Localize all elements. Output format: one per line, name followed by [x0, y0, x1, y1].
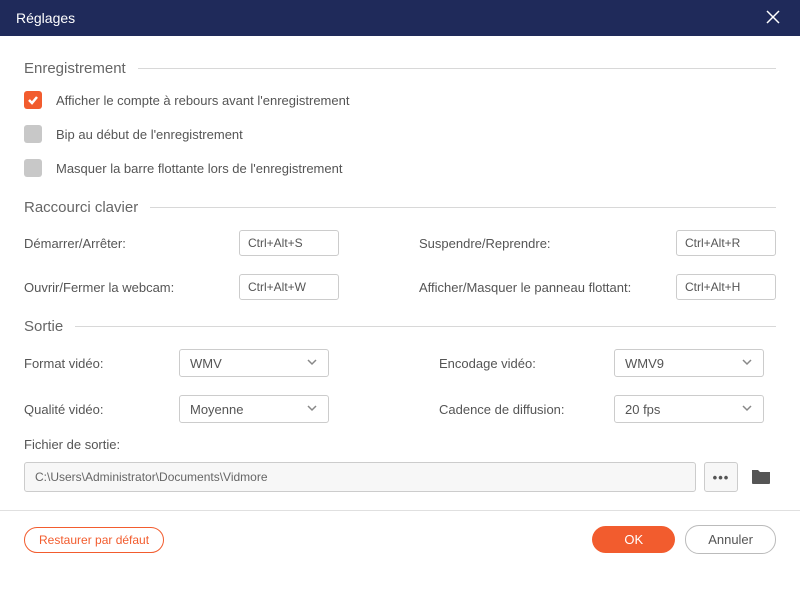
select-value: WMV9 — [625, 356, 664, 371]
select-video-quality[interactable]: Moyenne — [179, 395, 329, 423]
checkbox-label: Afficher le compte à rebours avant l'enr… — [56, 93, 349, 108]
dots-icon: ••• — [713, 470, 730, 485]
checkbox-label: Bip au début de l'enregistrement — [56, 127, 243, 142]
section-title-recording: Enregistrement — [24, 60, 126, 77]
checkbox-row-hidebar: Masquer la barre flottante lors de l'enr… — [24, 159, 776, 177]
section-output: Sortie — [24, 318, 776, 335]
section-shortcuts: Raccourci clavier — [24, 199, 776, 216]
browse-button[interactable]: ••• — [704, 462, 738, 492]
divider — [75, 326, 776, 327]
footer: Restaurer par défaut OK Annuler — [0, 510, 800, 554]
label-video-format: Format vidéo: — [24, 356, 179, 371]
open-folder-button[interactable] — [746, 462, 776, 492]
label-panel: Afficher/Masquer le panneau flottant: — [419, 280, 676, 295]
divider — [150, 207, 776, 208]
divider — [138, 68, 776, 69]
checkbox-label: Masquer la barre flottante lors de l'enr… — [56, 161, 342, 176]
window-title: Réglages — [16, 10, 75, 26]
input-start-stop[interactable] — [239, 230, 339, 256]
restore-defaults-button[interactable]: Restaurer par défaut — [24, 527, 164, 553]
label-video-quality: Qualité vidéo: — [24, 402, 179, 417]
checkbox-row-countdown: Afficher le compte à rebours avant l'enr… — [24, 91, 776, 109]
checkbox-row-beep: Bip au début de l'enregistrement — [24, 125, 776, 143]
titlebar: Réglages — [0, 0, 800, 36]
input-panel[interactable] — [676, 274, 776, 300]
label-output-file: Fichier de sortie: — [24, 437, 776, 452]
chevron-down-icon — [306, 402, 318, 417]
checkbox-beep[interactable] — [24, 125, 42, 143]
label-webcam: Ouvrir/Fermer la webcam: — [24, 280, 239, 295]
folder-icon — [750, 467, 772, 488]
input-suspend[interactable] — [676, 230, 776, 256]
section-title-output: Sortie — [24, 318, 63, 335]
input-output-file[interactable] — [24, 462, 696, 492]
label-framerate: Cadence de diffusion: — [439, 402, 614, 417]
chevron-down-icon — [741, 402, 753, 417]
ok-button[interactable]: OK — [592, 526, 675, 553]
select-video-encoding[interactable]: WMV9 — [614, 349, 764, 377]
chevron-down-icon — [306, 356, 318, 371]
label-start-stop: Démarrer/Arrêter: — [24, 236, 239, 251]
cancel-button[interactable]: Annuler — [685, 525, 776, 554]
select-value: WMV — [190, 356, 222, 371]
chevron-down-icon — [741, 356, 753, 371]
section-title-shortcuts: Raccourci clavier — [24, 199, 138, 216]
select-framerate[interactable]: 20 fps — [614, 395, 764, 423]
checkbox-countdown[interactable] — [24, 91, 42, 109]
input-webcam[interactable] — [239, 274, 339, 300]
label-video-encoding: Encodage vidéo: — [439, 356, 614, 371]
close-icon[interactable] — [762, 6, 784, 31]
select-value: 20 fps — [625, 402, 660, 417]
select-value: Moyenne — [190, 402, 243, 417]
select-video-format[interactable]: WMV — [179, 349, 329, 377]
section-recording: Enregistrement — [24, 60, 776, 77]
checkbox-hidebar[interactable] — [24, 159, 42, 177]
label-suspend: Suspendre/Reprendre: — [419, 236, 676, 251]
